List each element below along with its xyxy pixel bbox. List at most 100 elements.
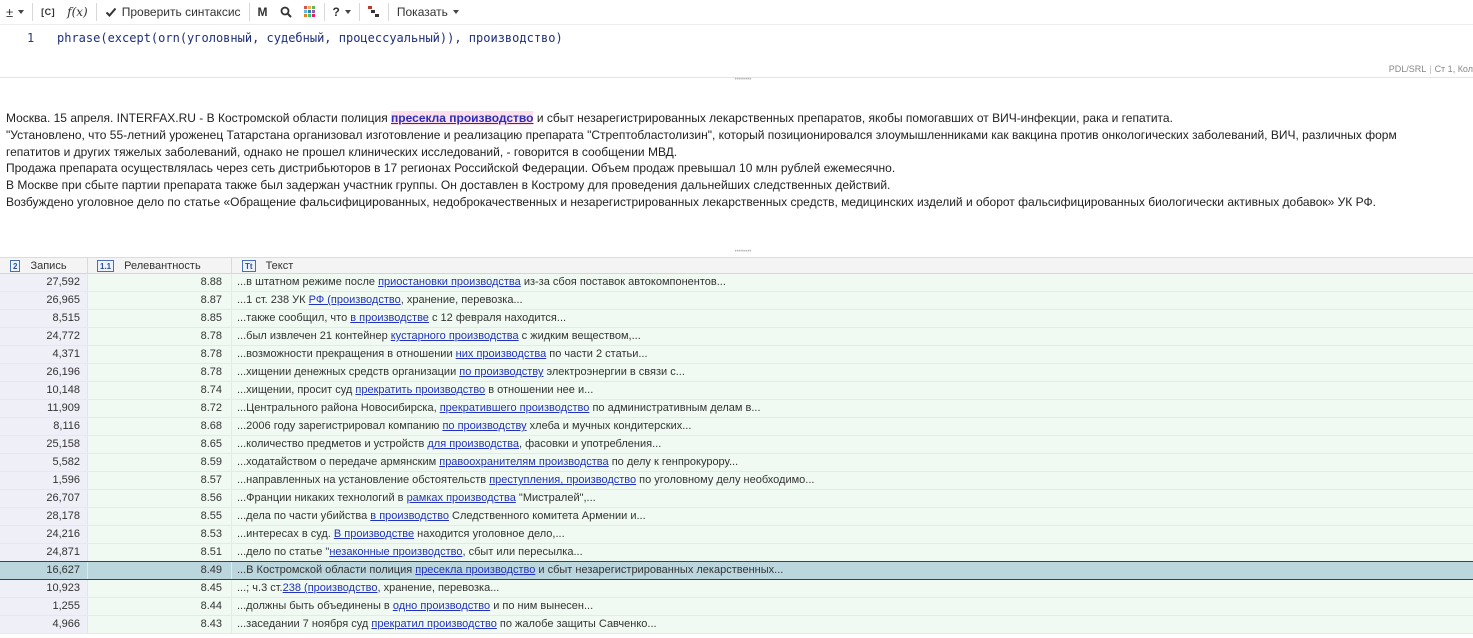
- resize-grip[interactable]: ••••••••: [729, 249, 757, 255]
- record-id-cell[interactable]: 16,627: [0, 562, 88, 579]
- relevance-cell[interactable]: 8.78: [88, 328, 232, 345]
- relevance-cell[interactable]: 8.78: [88, 364, 232, 381]
- table-row[interactable]: 10,148 8.74 ...хищении, просит суд прекрат…: [0, 382, 1473, 400]
- record-id-cell[interactable]: 1,255: [0, 598, 88, 615]
- table-row[interactable]: 8,116 8.68 ...2006 году зарегистрировал ко…: [0, 418, 1473, 436]
- query-text[interactable]: phrase(except(orn(уголовный, судебный, п…: [57, 31, 563, 45]
- tree-button[interactable]: [362, 0, 386, 25]
- record-id-cell[interactable]: 26,965: [0, 292, 88, 309]
- snippet-cell[interactable]: ...хищении, просит суд прекратить произв…: [232, 382, 1473, 399]
- match-highlight[interactable]: пресекла производство: [391, 111, 534, 125]
- record-id-cell[interactable]: 27,592: [0, 274, 88, 291]
- table-row[interactable]: 25,158 8.65 ...количество предметов и устр…: [0, 436, 1473, 454]
- match-link[interactable]: 238 (производство: [283, 582, 378, 594]
- plus-minus-dropdown[interactable]: ±: [0, 0, 30, 25]
- snippet-cell[interactable]: ...возможности прекращения в отношении н…: [232, 346, 1473, 363]
- record-id-cell[interactable]: 25,158: [0, 436, 88, 453]
- check-syntax-button[interactable]: Проверить синтаксис: [99, 0, 247, 25]
- match-link[interactable]: по производству: [442, 420, 526, 432]
- relevance-cell[interactable]: 8.45: [88, 580, 232, 597]
- snippet-cell[interactable]: ...был извлечен 21 контейнер кустарного …: [232, 328, 1473, 345]
- table-row[interactable]: 4,966 8.43 ...заседании 7 ноября суд прекр…: [0, 616, 1473, 634]
- table-row[interactable]: 24,772 8.78 ...был извлечен 21 контейнер к…: [0, 328, 1473, 346]
- help-dropdown[interactable]: ?: [327, 0, 357, 25]
- record-id-cell[interactable]: 4,371: [0, 346, 88, 363]
- category-button[interactable]: [C]: [35, 0, 61, 25]
- relevance-cell[interactable]: 8.56: [88, 490, 232, 507]
- match-link[interactable]: РФ (производство: [309, 294, 401, 306]
- snippet-cell[interactable]: ...1 ст. 238 УК РФ (производство, хранен…: [232, 292, 1473, 309]
- relevance-cell[interactable]: 8.59: [88, 454, 232, 471]
- column-header-text[interactable]: Tt Текст: [232, 258, 1473, 274]
- table-row-selected[interactable]: 16,627 8.49 ...В Костромской области полиц…: [0, 561, 1473, 580]
- table-row[interactable]: 28,178 8.55 ...дела по части убийства в пр…: [0, 508, 1473, 526]
- record-id-cell[interactable]: 26,196: [0, 364, 88, 381]
- table-row[interactable]: 24,216 8.53 ...интересах в суд. В производ…: [0, 526, 1473, 544]
- show-dropdown[interactable]: Показать: [391, 0, 465, 25]
- match-link[interactable]: прекратившего производство: [440, 402, 590, 414]
- relevance-cell[interactable]: 8.43: [88, 616, 232, 633]
- relevance-cell[interactable]: 8.88: [88, 274, 232, 291]
- match-link[interactable]: в производстве: [350, 312, 429, 324]
- relevance-cell[interactable]: 8.68: [88, 418, 232, 435]
- match-link[interactable]: по производству: [459, 366, 543, 378]
- record-id-cell[interactable]: 24,216: [0, 526, 88, 543]
- record-id-cell[interactable]: 11,909: [0, 400, 88, 417]
- table-row[interactable]: 10,923 8.45...; ч.3 ст.238 (производство,…: [0, 580, 1473, 598]
- snippet-cell[interactable]: ...дела по части убийства в производство…: [232, 508, 1473, 525]
- relevance-cell[interactable]: 8.57: [88, 472, 232, 489]
- morphology-button[interactable]: M: [252, 0, 274, 25]
- match-link[interactable]: прекратил производство: [371, 618, 496, 630]
- snippet-cell[interactable]: ...интересах в суд. В производстве наход…: [232, 526, 1473, 543]
- match-link[interactable]: них производства: [456, 348, 547, 360]
- relevance-cell[interactable]: 8.85: [88, 310, 232, 327]
- relevance-cell[interactable]: 8.55: [88, 508, 232, 525]
- match-link[interactable]: кустарного производства: [391, 330, 519, 342]
- match-link[interactable]: пресекла производство: [415, 564, 535, 576]
- table-row[interactable]: 8,515 8.85 ...также сообщил, что в произво…: [0, 310, 1473, 328]
- match-link[interactable]: прекратить производство: [355, 384, 485, 396]
- record-id-cell[interactable]: 10,148: [0, 382, 88, 399]
- snippet-cell[interactable]: ...Франции никаких технологий в рамках п…: [232, 490, 1473, 507]
- column-header-record[interactable]: 2 Запись: [0, 258, 88, 274]
- search-button[interactable]: [274, 0, 298, 25]
- snippet-cell[interactable]: ...также сообщил, что в производстве с 1…: [232, 310, 1473, 327]
- snippet-cell[interactable]: ...заседании 7 ноября суд прекратил прои…: [232, 616, 1473, 633]
- match-link[interactable]: рамках производства: [407, 492, 516, 504]
- column-header-relevance[interactable]: 1.1 Релевантность: [88, 258, 232, 274]
- match-link[interactable]: В производстве: [334, 528, 414, 540]
- snippet-cell[interactable]: ...направленных на установление обстояте…: [232, 472, 1473, 489]
- query-editor[interactable]: 1 phrase(except(orn(уголовный, судебный,…: [0, 25, 1473, 77]
- match-link[interactable]: незаконные производство: [329, 546, 462, 558]
- relevance-cell[interactable]: 8.65: [88, 436, 232, 453]
- snippet-cell[interactable]: ...хищении денежных средств организации …: [232, 364, 1473, 381]
- record-id-cell[interactable]: 8,116: [0, 418, 88, 435]
- record-id-cell[interactable]: 24,871: [0, 544, 88, 561]
- resize-grip[interactable]: ••••••••: [729, 77, 757, 83]
- relevance-cell[interactable]: 8.53: [88, 526, 232, 543]
- table-row[interactable]: 11,909 8.72 ...Центрального района Новосиб…: [0, 400, 1473, 418]
- match-link[interactable]: преступления, производство: [489, 474, 636, 486]
- snippet-cell[interactable]: ...в штатном режиме после приостановки п…: [232, 274, 1473, 291]
- snippet-cell[interactable]: ...количество предметов и устройств для …: [232, 436, 1473, 453]
- table-row[interactable]: 26,196 8.78 ...хищении денежных средств ор…: [0, 364, 1473, 382]
- function-button[interactable]: f(x): [61, 0, 94, 25]
- match-link[interactable]: правоохранителям производства: [439, 456, 608, 468]
- snippet-cell[interactable]: ...ходатайством о передаче армянским пра…: [232, 454, 1473, 471]
- color-grid-button[interactable]: [298, 0, 322, 25]
- relevance-cell[interactable]: 8.74: [88, 382, 232, 399]
- table-row[interactable]: 27,592 8.88 ...в штатном режиме после прио…: [0, 274, 1473, 292]
- snippet-cell[interactable]: ...2006 году зарегистрировал компанию по…: [232, 418, 1473, 435]
- match-link[interactable]: для производства: [427, 438, 519, 450]
- snippet-cell[interactable]: ...дело по статье "незаконные производст…: [232, 544, 1473, 561]
- relevance-cell[interactable]: 8.49: [88, 562, 232, 579]
- record-id-cell[interactable]: 28,178: [0, 508, 88, 525]
- snippet-cell[interactable]: ...; ч.3 ст.238 (производство, хранение,…: [232, 580, 1473, 597]
- table-row[interactable]: 26,965 8.87 ...1 ст. 238 УК РФ (производст…: [0, 292, 1473, 310]
- table-row[interactable]: 5,582 8.59 ...ходатайством о передаче армя…: [0, 454, 1473, 472]
- table-row[interactable]: 26,707 8.56 ...Франции никаких технологий …: [0, 490, 1473, 508]
- match-link[interactable]: приостановки производства: [378, 276, 521, 288]
- relevance-cell[interactable]: 8.78: [88, 346, 232, 363]
- table-row[interactable]: 4,371 8.78 ...возможности прекращения в от…: [0, 346, 1473, 364]
- relevance-cell[interactable]: 8.51: [88, 544, 232, 561]
